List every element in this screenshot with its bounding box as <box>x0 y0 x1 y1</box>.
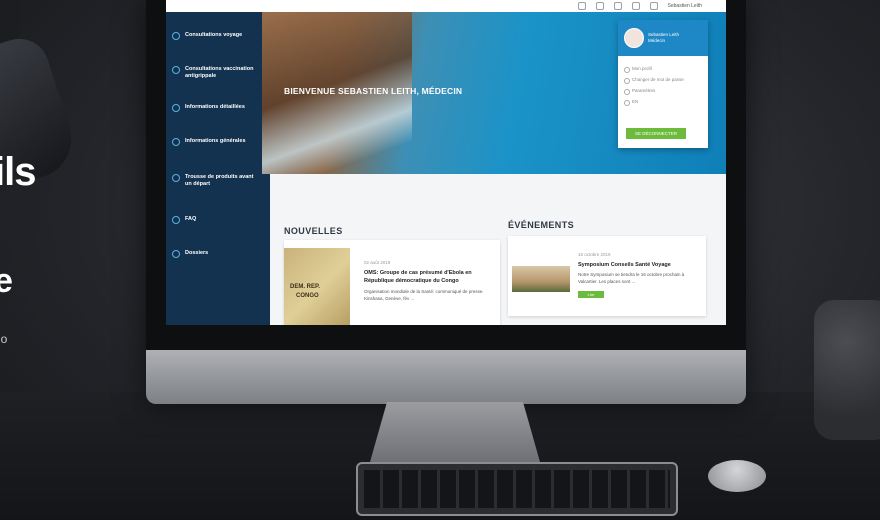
read-more-button[interactable]: Lire <box>578 291 604 298</box>
news-thumbnail: DEM. REP. CONGO <box>284 248 350 325</box>
sidebar-item-vaccination[interactable]: Consultations vaccination antigrippale <box>172 66 260 80</box>
help-icon[interactable] <box>577 2 586 10</box>
headline-fragment: ils <box>0 150 36 194</box>
menu-item-password[interactable]: Changer de mot de passe <box>624 77 708 84</box>
user-dropdown: Sebastien Leith Médecin Mon profil Change… <box>618 20 708 148</box>
headline-fragment-2: e <box>0 262 13 300</box>
sidebar-item-informations-generales[interactable]: Informations générales <box>172 138 246 146</box>
keyboard <box>356 462 678 516</box>
top-bar: Sebastien Leith <box>166 0 726 12</box>
mail-icon[interactable] <box>613 2 622 10</box>
user-name: Sebastien Leith Médecin <box>648 32 680 43</box>
sidebar-item-consultations-voyage[interactable]: Consultations voyage <box>172 32 242 40</box>
sidebar-item-label: Informations détaillées <box>185 104 245 110</box>
user-dropdown-header: Sebastien Leith Médecin <box>618 20 708 56</box>
news-section-title: NOUVELLES <box>284 226 343 236</box>
logout-button[interactable]: SE DÉCONNECTER <box>626 128 686 139</box>
first-aid-kit-icon <box>172 174 180 182</box>
settings-icon[interactable] <box>631 2 640 10</box>
sidebar-item-informations-detaillees[interactable]: Informations détaillées <box>172 104 245 112</box>
sidebar-item-label: Informations générales <box>185 138 246 144</box>
main-content: NOUVELLES ÉVÉNEMENTS DEM. REP. CONGO 02 … <box>270 174 726 325</box>
menu-item-settings[interactable]: Paramètres <box>624 88 708 95</box>
folder-icon <box>172 250 180 258</box>
event-thumbnail <box>512 266 570 292</box>
hero-title: BIENVENUE SEBASTIEN LEITH, MÉDECIN <box>284 86 463 96</box>
news-excerpt: Organisation mondiale de la Santé: commu… <box>364 289 484 301</box>
avatar <box>624 28 644 48</box>
globe-icon[interactable] <box>649 2 658 10</box>
sidebar-item-label: Trousse de produits avant un départ <box>185 174 254 187</box>
speaker-icon <box>814 300 880 440</box>
monitor-chin <box>146 350 746 404</box>
news-date: 02 août 2019 <box>364 260 391 265</box>
event-excerpt: Notre Symposium se tiendra le 16 octobre… <box>578 272 685 284</box>
sidebar-item-label: Consultations voyage <box>185 32 243 38</box>
event-title[interactable]: Symposium Conseils Santé Voyage <box>578 261 698 269</box>
event-date: 16 octobre 2019 <box>578 252 611 257</box>
sidebar-item-trousse[interactable]: Trousse de produits avant un départ <box>172 174 260 188</box>
sidebar-item-label: FAQ <box>185 216 197 222</box>
app-screen: Sebastien Leith Consultations voyage Con… <box>166 0 726 325</box>
sun-icon <box>172 32 180 40</box>
mouse <box>708 460 766 492</box>
monitor-stand <box>370 402 540 462</box>
sidebar-item-label: Dossiers <box>185 250 209 256</box>
question-icon <box>172 216 180 224</box>
sidebar-item-dossiers[interactable]: Dossiers <box>172 250 208 258</box>
events-section-title: ÉVÉNEMENTS <box>508 220 575 230</box>
calendar-icon[interactable] <box>595 2 604 10</box>
sidebar: Consultations voyage Consultations vacci… <box>166 12 270 325</box>
caption-fragment: io <box>0 332 8 346</box>
user-menu-label[interactable]: Sebastien Leith <box>668 3 702 9</box>
menu-item-language[interactable]: EN <box>624 99 708 106</box>
syringe-icon <box>172 66 180 74</box>
pills-icon <box>172 138 180 146</box>
map-label: CONGO <box>296 293 319 299</box>
sidebar-item-label: Consultations vaccination antigrippale <box>185 66 254 79</box>
event-card[interactable]: 16 octobre 2019 Symposium Conseils Santé… <box>508 236 706 316</box>
info-icon <box>172 104 180 112</box>
map-label: DEM. REP. <box>290 284 320 290</box>
news-title[interactable]: OMS: Groupe de cas présumé d'Ebola en Ré… <box>364 269 494 285</box>
menu-item-profile[interactable]: Mon profil <box>624 66 708 73</box>
sidebar-item-faq[interactable]: FAQ <box>172 216 196 224</box>
news-card[interactable]: DEM. REP. CONGO 02 août 2019 OMS: Groupe… <box>284 240 500 325</box>
